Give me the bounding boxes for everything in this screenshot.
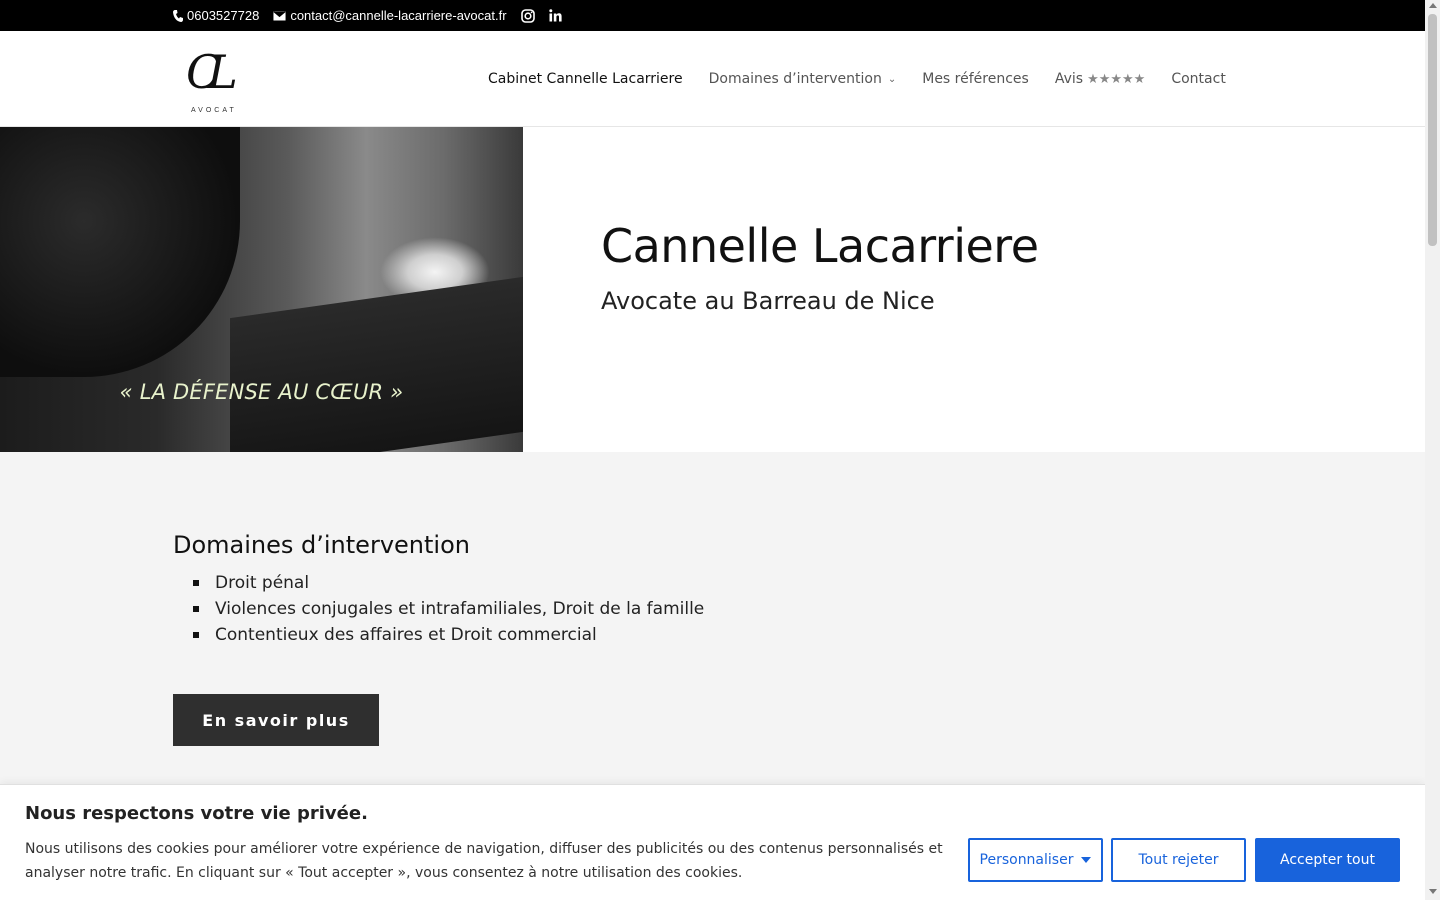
phone-icon [173,9,183,22]
customize-button[interactable]: Personnaliser [968,838,1103,882]
list-item: Violences conjugales et intrafamiliales,… [193,596,704,622]
robe-shape [0,127,240,377]
nav-item-domaines[interactable]: Domaines d’intervention ⌄ [709,71,897,87]
chevron-down-icon: ⌄ [887,73,897,85]
nav-item-label: Mes références [922,71,1029,87]
top-bar: 0603527728 contact@cannelle-lacarriere-a… [0,0,1425,31]
cookie-title: Nous respectons votre vie privée. [25,803,368,824]
cookie-banner: Nous respectons votre vie privée. Nous u… [0,784,1425,900]
phone-number: 0603527728 [187,8,260,23]
accept-all-button[interactable]: Accepter tout [1255,838,1400,882]
scrollbar[interactable] [1425,0,1440,900]
caret-down-icon [1081,857,1092,863]
hero-text: Cannelle Lacarriere Avocate au Barreau d… [601,219,1039,315]
nav-item-label: Contact [1171,71,1226,87]
scroll-up-icon[interactable] [1429,3,1437,8]
scroll-down-icon[interactable] [1429,889,1437,894]
customize-label: Personnaliser [979,852,1074,868]
logo-monogram: CL [186,45,238,99]
nav-item-label: Domaines d’intervention [708,71,882,87]
nav-item-contact[interactable]: Contact [1171,71,1225,87]
hero-quote: « LA DÉFENSE AU CŒUR » [119,380,404,404]
hero-image: « LA DÉFENSE AU CŒUR » [0,127,523,452]
email-link[interactable]: contact@cannelle-lacarriere-avocat.fr [273,8,507,23]
page-title: Cannelle Lacarriere [601,219,1039,273]
nav-item-label: Avis [1054,71,1084,87]
site-header: CL AVOCAT Cabinet Cannelle Lacarriere Do… [0,31,1425,127]
domains-list: Droit pénal Violences conjugales et intr… [193,570,704,648]
hero-section: « LA DÉFENSE AU CŒUR » Cannelle Lacarrie… [0,127,1425,452]
linkedin-link[interactable] [548,9,562,22]
main-nav: Cabinet Cannelle Lacarriere Domaines d’i… [488,31,1226,127]
nav-item-references[interactable]: Mes références [922,71,1029,87]
phone-link[interactable]: 0603527728 [173,8,259,23]
domains-heading: Domaines d’intervention [173,531,470,559]
nav-item-label: Cabinet Cannelle Lacarriere [488,71,683,87]
site-logo[interactable]: CL AVOCAT [186,41,256,119]
reject-all-button[interactable]: Tout rejeter [1111,838,1246,882]
learn-more-button[interactable]: En savoir plus [173,694,379,746]
cookie-text: Nous utilisons des cookies pour améliore… [25,841,943,881]
envelope-icon [273,10,287,21]
email-address: contact@cannelle-lacarriere-avocat.fr [290,8,507,23]
scrollbar-thumb[interactable] [1428,14,1437,246]
nav-item-avis[interactable]: Avis ★★★★★ [1055,71,1146,87]
linkedin-icon [548,9,562,22]
nav-item-cabinet[interactable]: Cabinet Cannelle Lacarriere [488,71,683,87]
page-subtitle: Avocate au Barreau de Nice [601,287,935,315]
instagram-icon [520,8,535,23]
logo-subtitle: AVOCAT [191,107,237,114]
list-item: Contentieux des affaires et Droit commer… [193,622,704,648]
lectern-shape [230,275,523,452]
list-item: Droit pénal [193,570,704,596]
instagram-link[interactable] [520,8,535,23]
star-rating-icon: ★★★★★ [1087,71,1146,87]
